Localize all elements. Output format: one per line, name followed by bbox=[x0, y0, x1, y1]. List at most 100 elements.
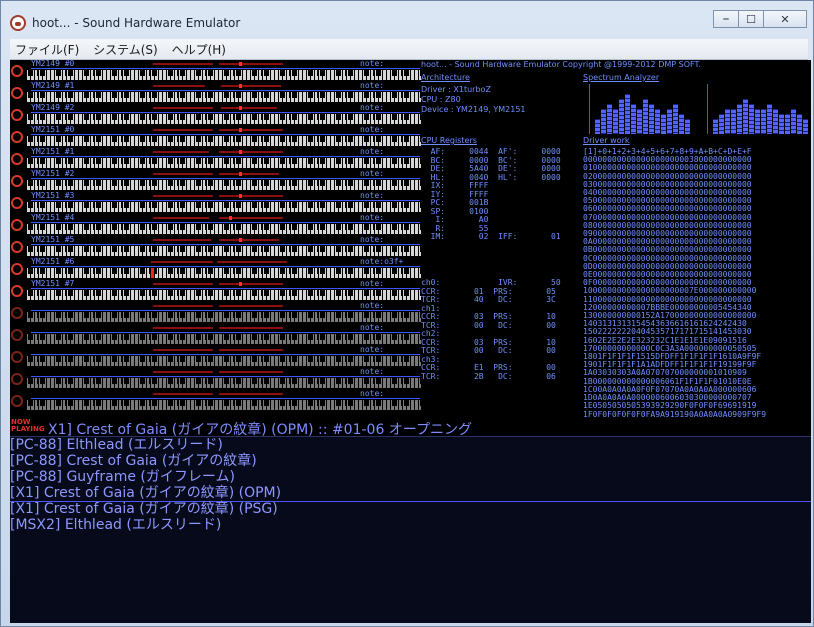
channel-row[interactable]: YM2151 #4 note: bbox=[10, 213, 422, 236]
playlist-item[interactable]: [X1] Crest of Gaia (ガイアの紋章) (PSG) bbox=[10, 501, 811, 517]
channel-mute-icon[interactable] bbox=[11, 351, 23, 363]
hoot-app-icon[interactable] bbox=[10, 15, 26, 31]
minimize-button[interactable]: ⎯ bbox=[713, 10, 739, 28]
channel-row[interactable]: YM2151 #6 note:o3f+ bbox=[10, 257, 422, 280]
channel-volume-meter bbox=[153, 217, 209, 219]
channel-volume-meter bbox=[153, 305, 213, 307]
channel-name: YM2149 #2 bbox=[31, 103, 75, 112]
channel-keyboard bbox=[26, 70, 421, 80]
channel-volume-meter bbox=[219, 349, 283, 351]
channel-row[interactable]: note: bbox=[10, 389, 422, 412]
channel-mute-icon[interactable] bbox=[11, 197, 23, 209]
playlist-item[interactable]: [PC-88] Guyframe (ガイフレーム) bbox=[10, 469, 811, 485]
channel-volume-meter bbox=[219, 371, 283, 373]
spectrum-bar bbox=[791, 109, 796, 134]
channel-keyboard bbox=[26, 180, 421, 190]
channel-pan-indicator bbox=[239, 62, 242, 66]
channel-row[interactable]: YM2151 #3 note: bbox=[10, 191, 422, 214]
menu-file[interactable]: ファイル(F) bbox=[10, 39, 84, 57]
spectrum-bar bbox=[673, 104, 678, 134]
channel-mute-icon[interactable] bbox=[11, 131, 23, 143]
channel-mute-icon[interactable] bbox=[11, 241, 23, 253]
channel-volume-meter bbox=[153, 129, 213, 131]
playlist-item[interactable]: [PC-88] Elthlead (エルスリード) bbox=[10, 437, 811, 453]
channel-pan-indicator bbox=[239, 172, 242, 176]
channel-mute-icon[interactable] bbox=[11, 307, 23, 319]
channel-note: note: bbox=[360, 345, 385, 354]
menu-help[interactable]: ヘルプ(H) bbox=[167, 39, 231, 57]
channel-mute-icon[interactable] bbox=[11, 329, 23, 341]
playlist-item[interactable]: [MSX2] Elthlead (エルスリード) bbox=[10, 517, 811, 533]
channel-row[interactable]: YM2149 #1 note: bbox=[10, 81, 422, 104]
window-title: hoot... - Sound Hardware Emulator bbox=[32, 16, 241, 30]
menu-system[interactable]: システム(S) bbox=[88, 39, 163, 57]
channel-mute-icon[interactable] bbox=[11, 109, 23, 121]
spectrum-bar bbox=[667, 109, 672, 134]
channel-row[interactable]: note: bbox=[10, 345, 422, 368]
spectrum-bar bbox=[637, 109, 642, 134]
channel-row[interactable]: note: bbox=[10, 323, 422, 346]
spectrum-bar bbox=[619, 99, 624, 134]
channel-name: YM2151 #3 bbox=[31, 191, 75, 200]
channel-keyboard bbox=[26, 136, 421, 146]
channel-volume-meter bbox=[153, 173, 213, 175]
channel-volume-meter bbox=[219, 283, 283, 285]
spectrum-bar bbox=[755, 109, 760, 134]
channel-row[interactable]: YM2151 #5 note: bbox=[10, 235, 422, 258]
spectrum-bar bbox=[595, 119, 600, 134]
channel-row[interactable]: note: bbox=[10, 367, 422, 390]
copyright-header: hoot... - Sound Hardware Emulator Copyri… bbox=[421, 60, 701, 69]
channel-row[interactable]: YM2151 #7 note: bbox=[10, 279, 422, 302]
emulator-display: YM2149 #0 note: YM2149 #1 note: YM2149 #2 not… bbox=[10, 60, 811, 623]
channel-row[interactable]: YM2151 #0 note: bbox=[10, 125, 422, 148]
spectrum-bar bbox=[785, 114, 790, 134]
channel-volume-meter bbox=[219, 151, 283, 153]
spectrum-bar bbox=[719, 114, 724, 134]
channel-keyboard bbox=[26, 356, 421, 366]
channel-note: note: bbox=[360, 125, 385, 134]
channel-row[interactable]: YM2151 #1 note: bbox=[10, 147, 422, 170]
channel-divider bbox=[31, 398, 420, 399]
channel-pan-indicator bbox=[239, 106, 242, 110]
now-playing-badge: NOW PLAYING bbox=[11, 419, 45, 433]
channel-mute-icon[interactable] bbox=[11, 65, 23, 77]
channel-divider bbox=[31, 354, 420, 355]
channel-mute-icon[interactable] bbox=[11, 175, 23, 187]
channel-mute-icon[interactable] bbox=[11, 87, 23, 99]
channel-mute-icon[interactable] bbox=[11, 153, 23, 165]
channel-volume-meter bbox=[153, 107, 213, 109]
spectrum-bar bbox=[743, 99, 748, 134]
spectrum-bar bbox=[737, 104, 742, 134]
channel-volume-meter bbox=[153, 371, 213, 373]
playlist[interactable]: [PC-88] Elthlead (エルスリード) [PC-88] Crest o… bbox=[10, 436, 811, 623]
channel-keyboard bbox=[26, 246, 421, 256]
channel-row[interactable]: YM2149 #2 note: bbox=[10, 103, 422, 126]
channel-mute-icon[interactable] bbox=[11, 219, 23, 231]
spectrum-bar bbox=[797, 114, 802, 134]
channel-volume-meter bbox=[153, 327, 213, 329]
channel-row[interactable]: note: bbox=[10, 301, 422, 324]
channel-row[interactable]: YM2149 #0 note: bbox=[10, 60, 422, 82]
channel-volume-meter bbox=[221, 107, 277, 109]
channel-mute-icon[interactable] bbox=[11, 285, 23, 297]
channel-mute-icon[interactable] bbox=[11, 263, 23, 275]
channel-divider bbox=[31, 310, 420, 311]
title-bar[interactable]: hoot... - Sound Hardware Emulator ⎯ ☐ ✕ bbox=[1, 1, 813, 37]
spectrum-bar bbox=[767, 104, 772, 134]
playlist-item[interactable]: [X1] Crest of Gaia (ガイアの紋章) (OPM) bbox=[10, 485, 811, 502]
channel-divider bbox=[31, 244, 420, 245]
channel-keyboard bbox=[26, 202, 421, 212]
channel-mute-icon[interactable] bbox=[11, 395, 23, 407]
spectrum-bar bbox=[773, 109, 778, 134]
maximize-button[interactable]: ☐ bbox=[738, 10, 764, 28]
channel-row[interactable]: YM2151 #2 note: bbox=[10, 169, 422, 192]
architecture-label: Architecture bbox=[421, 73, 470, 82]
playlist-item[interactable]: [PC-88] Crest of Gaia (ガイアの紋章) bbox=[10, 453, 811, 469]
now-playing-badge-bottom: PLAYING bbox=[11, 425, 45, 433]
timer-line: TCR: 2B DC: 06 bbox=[421, 371, 556, 381]
channel-name: YM2151 #7 bbox=[31, 279, 75, 288]
close-button[interactable]: ✕ bbox=[763, 10, 807, 28]
pressed-key-highlight bbox=[151, 268, 154, 278]
channel-volume-meter bbox=[219, 129, 283, 131]
channel-mute-icon[interactable] bbox=[11, 373, 23, 385]
